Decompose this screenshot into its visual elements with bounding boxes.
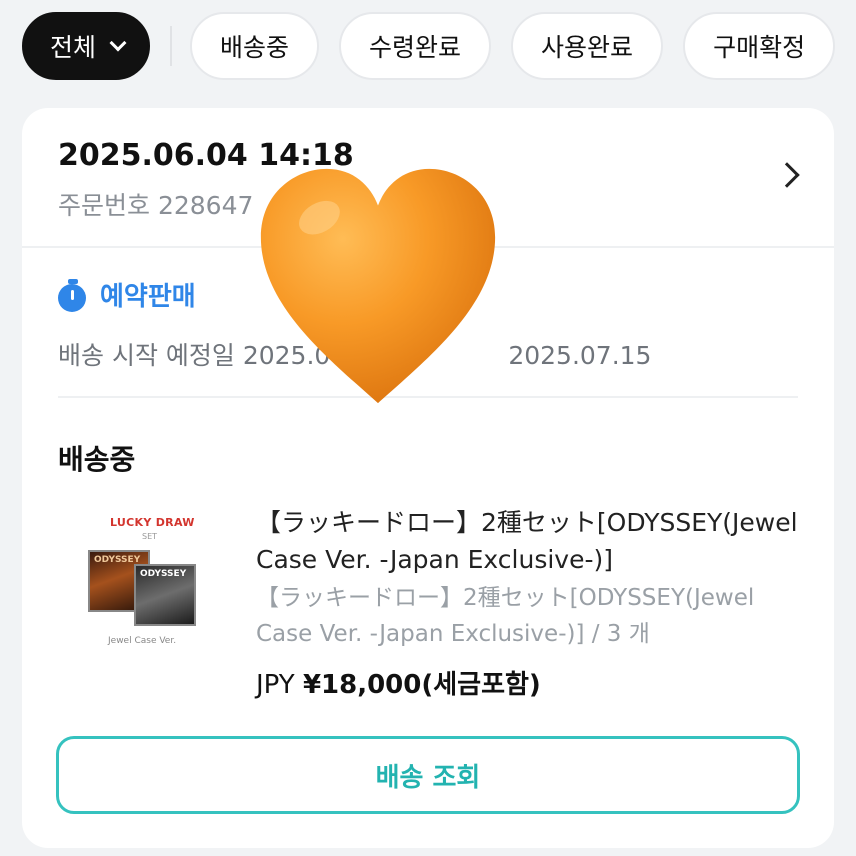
- product-option: 【ラッキードロー】2種セット[ODYSSEY(Jewel Case Ver. -…: [256, 585, 755, 647]
- filter-shipping[interactable]: 배송중: [190, 12, 320, 80]
- reservation-label: 예약판매: [100, 282, 196, 312]
- image-text-lucky-draw: LUCKY DRAW: [110, 516, 195, 529]
- price-currency: JPY: [256, 670, 295, 700]
- track-shipment-button[interactable]: 배송 조회: [56, 736, 800, 814]
- product-price: JPY ¥18,000(세금포함): [256, 664, 541, 701]
- filter-all-label: 전체: [50, 33, 97, 62]
- product-image[interactable]: LUCKY DRAW SET ODYSSEY ODYSSEY Jewel Cas…: [76, 510, 226, 660]
- ship-date-end: 2025.07.15: [508, 341, 652, 370]
- orange-heart-icon: [260, 168, 496, 404]
- price-value: ¥18,000(세금포함): [302, 670, 541, 700]
- chevron-down-icon: [109, 34, 127, 51]
- filter-used[interactable]: 사용완료: [511, 12, 664, 80]
- reservation-badge: 예약판매: [58, 276, 196, 313]
- filter-bar: 전체 배송중 수령완료 사용완료 구매확정: [0, 0, 856, 92]
- order-number: 주문번호 228647: [58, 191, 254, 220]
- filter-all-dropdown[interactable]: 전체: [22, 12, 151, 80]
- filter-confirmed[interactable]: 구매확정: [683, 12, 836, 80]
- filter-divider: [170, 26, 173, 66]
- image-text-set: SET: [142, 532, 158, 541]
- timer-icon: [58, 278, 88, 312]
- shipment-status: 배송중: [58, 443, 136, 476]
- image-text-jewel-case: Jewel Case Ver.: [108, 636, 177, 646]
- album-case-2: ODYSSEY: [134, 564, 196, 626]
- album-case-label: ODYSSEY: [140, 569, 187, 579]
- product-title[interactable]: 【ラッキードロー】2種セット[ODYSSEY(Jewel Case Ver. -…: [256, 504, 804, 578]
- filter-received[interactable]: 수령완료: [339, 12, 492, 80]
- chevron-right-icon[interactable]: [774, 162, 800, 188]
